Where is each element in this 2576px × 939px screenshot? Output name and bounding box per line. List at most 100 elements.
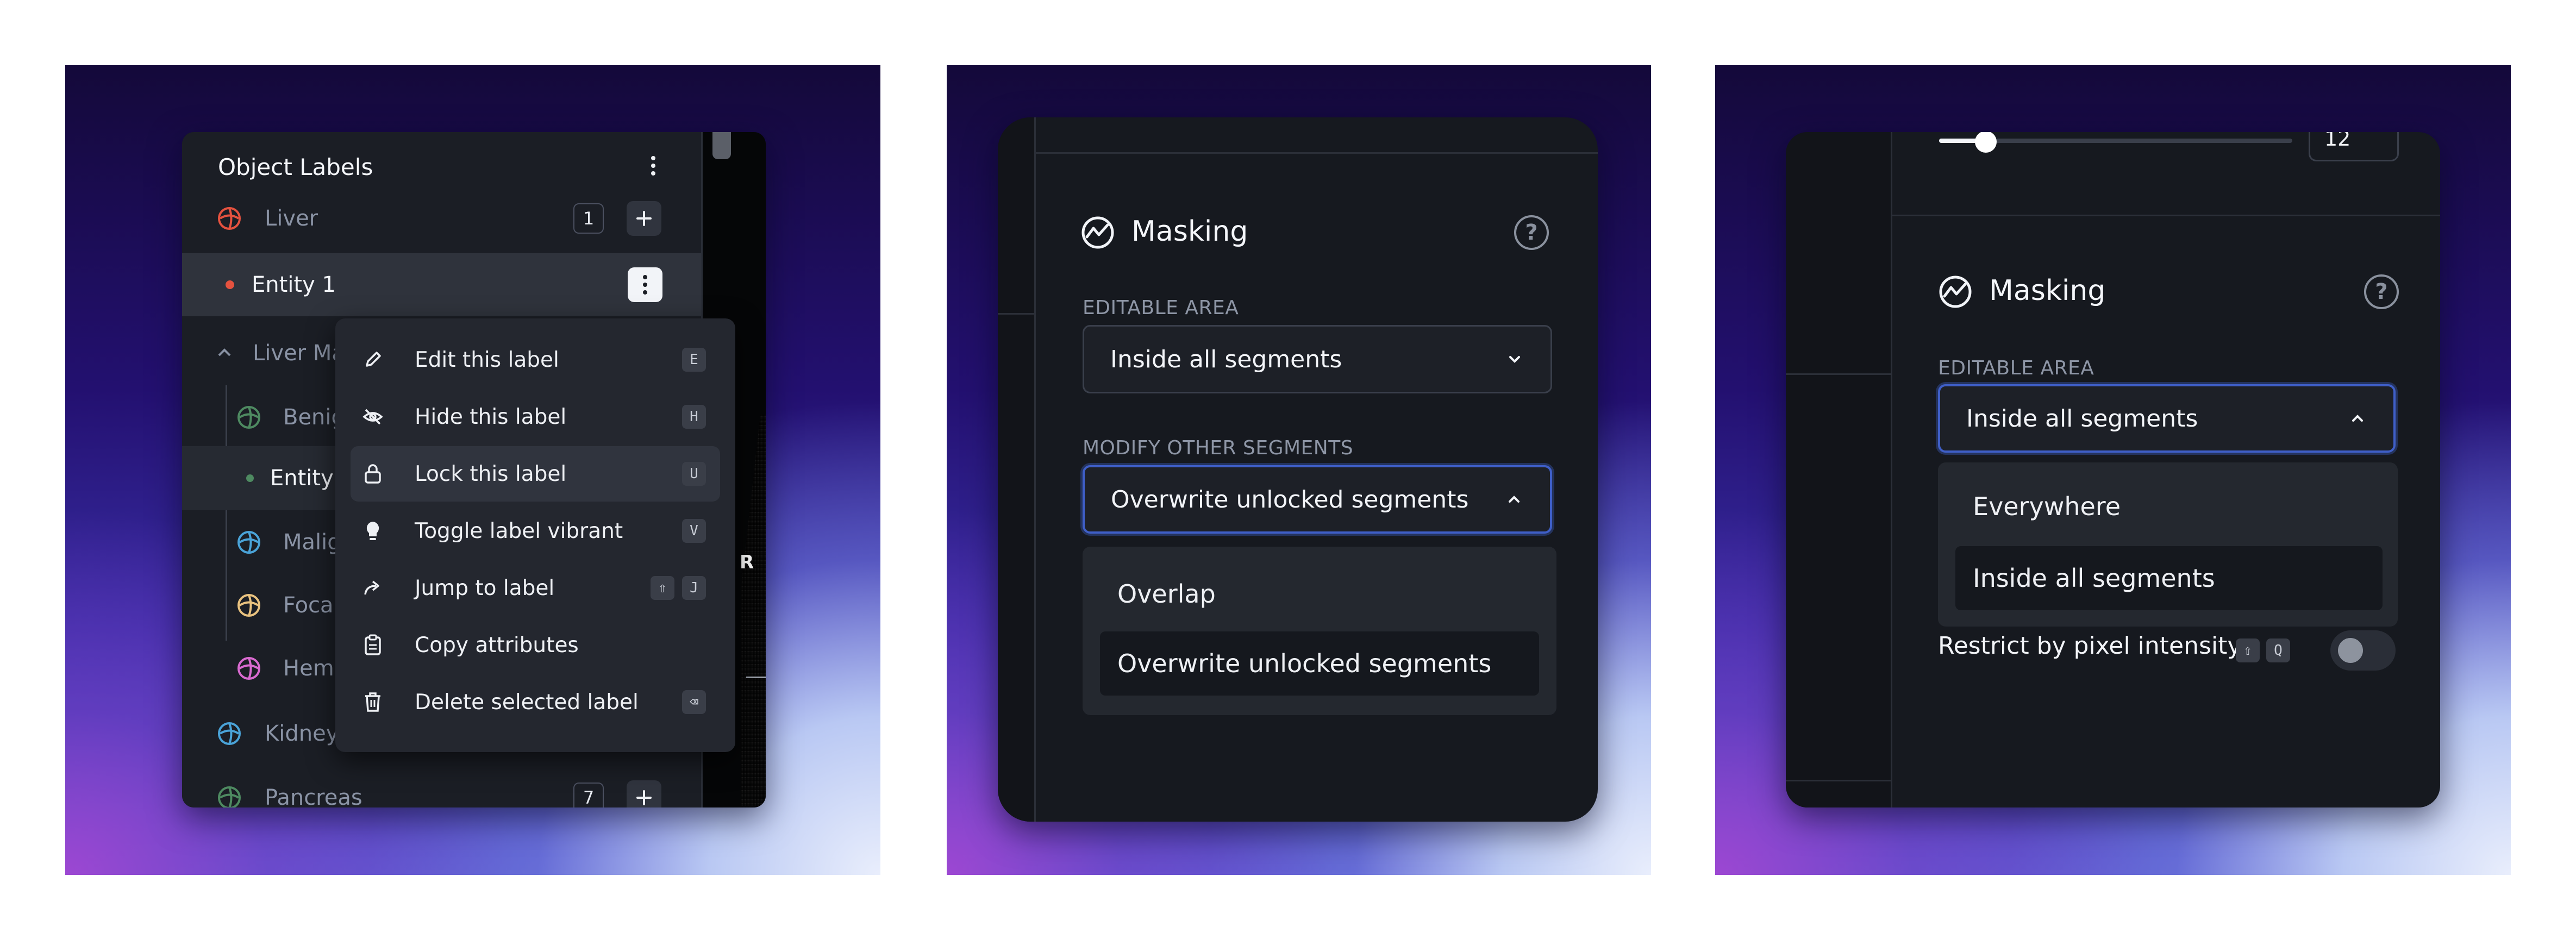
label-row-pancreas[interactable]: Pancreas 7 [182, 766, 701, 807]
side-rail [1786, 132, 1892, 807]
side-rail [998, 117, 1036, 822]
divider [1786, 780, 1892, 781]
help-icon[interactable]: ? [1514, 215, 1549, 250]
help-icon[interactable]: ? [2364, 274, 2399, 309]
label-name: Entity [270, 466, 334, 491]
label-count-badge: 7 [573, 782, 604, 807]
option-overwrite-unlocked[interactable]: Overwrite unlocked segments [1100, 631, 1539, 696]
menu-item-toggle-vibrant[interactable]: Toggle label vibrant V [351, 503, 720, 559]
editable-area-select[interactable]: Inside all segments [1938, 384, 2396, 453]
option-label: Inside all segments [1973, 564, 2215, 593]
menu-item-copy-attributes[interactable]: Copy attributes [351, 617, 720, 673]
label-name: Liver Ma [253, 341, 345, 366]
masking-card-modify-open: Masking ? EDITABLE AREA Inside all segme… [998, 117, 1598, 822]
pencil-icon [361, 348, 384, 371]
select-value: Inside all segments [1110, 345, 1342, 373]
modify-other-segments-select[interactable]: Overwrite unlocked segments [1083, 465, 1552, 534]
label-name: Malig [283, 530, 341, 555]
divider [998, 313, 1036, 315]
modify-options-dropdown: Overlap Overwrite unlocked segments [1083, 547, 1556, 715]
menu-item-delete-label[interactable]: Delete selected label ⌫ [351, 674, 720, 730]
option-inside-all-segments[interactable]: Inside all segments [1955, 546, 2383, 610]
shortcut-key: Q [2266, 638, 2290, 662]
restrict-pixel-intensity-toggle[interactable] [2330, 630, 2396, 671]
menu-item-edit-label[interactable]: Edit this label E [351, 332, 720, 387]
menu-item-label: Hide this label [415, 404, 567, 429]
editable-area-label: EDITABLE AREA [1938, 357, 2094, 379]
divider [1892, 215, 2440, 216]
slider-value-input[interactable]: 12 [2309, 132, 2399, 161]
shortcut-modifier-key: ⇧ [651, 576, 674, 600]
label-name: Hem [283, 656, 334, 681]
menu-item-jump-to-label[interactable]: Jump to label ⇧ J [351, 560, 720, 616]
slider-thumb[interactable] [1975, 132, 1997, 153]
globe-icon [237, 406, 260, 429]
label-name: Foca [283, 593, 334, 618]
menu-item-label: Delete selected label [415, 690, 639, 715]
globe-icon [218, 722, 241, 745]
shortcut-key: E [682, 348, 706, 372]
lock-icon [361, 462, 384, 485]
label-row-entity-1-selected[interactable]: Entity 1 [182, 253, 701, 316]
lightbulb-icon [361, 519, 384, 542]
plus-icon [636, 211, 652, 226]
shortcut-modifier-key: ⇧ [2236, 638, 2260, 662]
object-labels-title: Object Labels [218, 154, 373, 180]
option-everywhere[interactable]: Everywhere [1955, 474, 2383, 539]
label-name: Liver [265, 206, 318, 231]
ct-scan-image [741, 415, 766, 806]
select-value: Inside all segments [1966, 404, 2198, 433]
menu-item-label: Edit this label [415, 347, 559, 372]
label-row-liver[interactable]: Liver 1 [182, 186, 701, 251]
globe-icon [218, 786, 241, 807]
editable-area-dropdown: Everywhere Inside all segments [1938, 462, 2398, 627]
eye-off-icon [361, 405, 384, 428]
menu-item-label: Lock this label [415, 461, 567, 486]
shortcut-key: J [682, 576, 706, 600]
select-value: Overwrite unlocked segments [1111, 485, 1469, 514]
toggle-knob [2338, 638, 2363, 663]
shortcut-key: U [682, 462, 706, 486]
add-instance-button[interactable] [627, 780, 661, 807]
chevron-up-icon [2352, 415, 2363, 422]
editable-area-label: EDITABLE AREA [1083, 297, 1239, 319]
row-more-menu-button[interactable] [628, 267, 662, 302]
orientation-marker: R [740, 552, 754, 573]
masking-icon [1939, 276, 1972, 308]
menu-item-lock-label[interactable]: Lock this label U [351, 446, 720, 502]
section-title: Masking [1131, 215, 1248, 248]
option-label: Overlap [1117, 579, 1216, 609]
masking-icon [1081, 216, 1114, 249]
editable-area-select[interactable]: Inside all segments [1083, 325, 1552, 393]
globe-icon [237, 594, 260, 617]
shortcut-key: V [682, 519, 706, 543]
globe-icon [237, 531, 260, 554]
viewer-scrollbar[interactable] [712, 132, 731, 159]
label-count-badge: 1 [573, 203, 604, 234]
label-name: Kidney [265, 721, 339, 746]
add-instance-button[interactable] [627, 201, 661, 236]
shortcut-key: H [682, 405, 706, 429]
globe-icon [237, 657, 260, 680]
label-name: Pancreas [265, 785, 362, 807]
forward-arrow-icon [361, 577, 384, 599]
option-label: Overwrite unlocked segments [1117, 649, 1492, 678]
status-dot [246, 474, 254, 482]
clipboard-icon [361, 634, 384, 656]
shortcut-key: ⌫ [682, 690, 706, 714]
ruler-line [746, 677, 766, 678]
menu-item-label: Jump to label [415, 575, 555, 600]
divider [1786, 373, 1892, 375]
globe-icon [218, 207, 241, 230]
label-name: Entity 1 [252, 272, 336, 297]
chevron-up-icon[interactable] [217, 347, 232, 358]
option-overlap[interactable]: Overlap [1100, 562, 1539, 626]
section-title: Masking [1989, 274, 2106, 307]
restrict-pixel-intensity-label: Restrict by pixel intensity [1938, 632, 2242, 660]
header-more-menu-icon[interactable] [637, 149, 670, 182]
divider [1036, 152, 1598, 154]
masking-card-editable-open: 12 Masking ? EDITABLE AREA Inside all se… [1786, 132, 2440, 807]
modify-other-segments-label: MODIFY OTHER SEGMENTS [1083, 437, 1354, 459]
status-dot [226, 280, 234, 289]
menu-item-hide-label[interactable]: Hide this label H [351, 389, 720, 445]
